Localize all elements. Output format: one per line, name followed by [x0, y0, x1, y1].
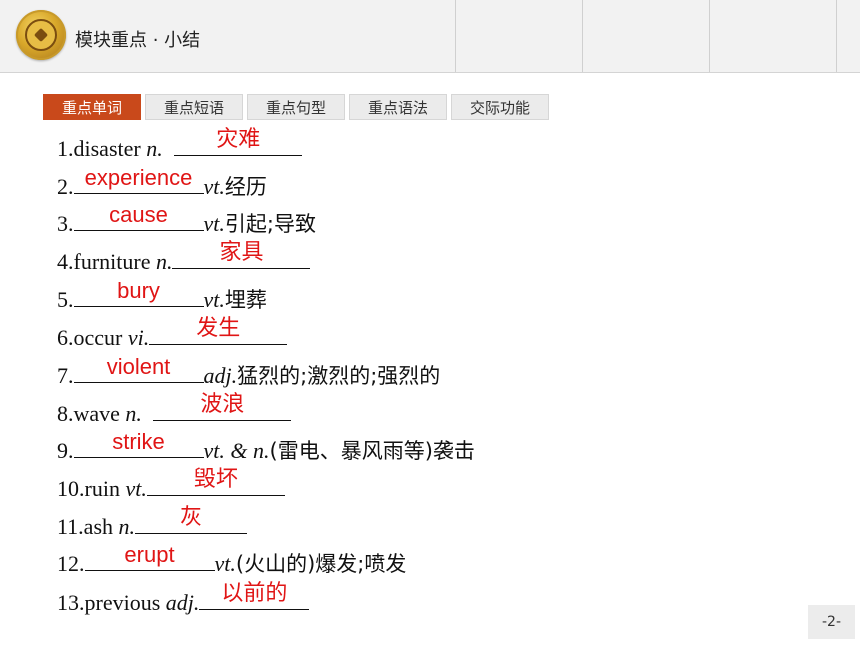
vocab-item: 6.occur vi. 发生: [57, 316, 288, 354]
answer-blank: violent: [73, 354, 204, 383]
header-bar: 模块重点 · 小结: [0, 0, 860, 73]
answer-text: 灾难: [216, 127, 261, 152]
answer-text: bury: [117, 278, 160, 303]
answer-blank: erupt: [84, 542, 215, 571]
vocab-item: 9. strike vt. & n.(雷电、暴风雨等)袭击: [57, 429, 475, 464]
answer-text: 灰: [180, 505, 203, 530]
answer-text: violent: [106, 354, 171, 379]
vocab-item: 10.ruin vt. 毁坏: [57, 467, 285, 505]
answer-text: 以前的: [221, 581, 288, 606]
vocab-item: 4.furniture n. 家具: [57, 240, 311, 278]
answer-blank: 灾难: [174, 127, 303, 156]
answer-text: cause: [109, 202, 168, 227]
answer-blank: 以前的: [199, 581, 310, 610]
tab-communication[interactable]: 交际功能: [451, 94, 549, 120]
answer-text: experience: [84, 165, 193, 190]
vocab-item: 11.ash n. 灰: [57, 505, 248, 543]
header-divider: [709, 0, 710, 72]
tab-key-sentences[interactable]: 重点句型: [247, 94, 345, 120]
answer-text: 毁坏: [193, 467, 238, 492]
header-divider: [582, 0, 583, 72]
vocab-item: 8.wave n. 波浪: [57, 392, 292, 430]
tab-key-grammar[interactable]: 重点语法: [349, 94, 447, 120]
answer-blank: 家具: [172, 240, 311, 269]
answer-blank: experience: [73, 165, 204, 194]
answer-blank: 灰: [135, 505, 248, 534]
header-divider: [455, 0, 456, 72]
vocab-item: 1.disaster n. 灾难: [57, 127, 303, 165]
vocab-item: 12. erupt vt.(火山的)爆发;喷发: [57, 542, 407, 577]
vocab-item: 13.previous adj. 以前的: [57, 581, 310, 619]
answer-blank: 发生: [149, 316, 288, 345]
answer-text: 家具: [219, 240, 264, 265]
vocab-item: 3. cause vt.引起;导致: [57, 202, 316, 237]
vocab-item: 2. experience vt.经历: [57, 165, 267, 200]
answer-blank: 毁坏: [146, 467, 285, 496]
answer-text: strike: [112, 429, 165, 454]
answer-text: erupt: [124, 542, 175, 567]
answer-text: 波浪: [200, 392, 245, 417]
answer-blank: bury: [73, 278, 204, 307]
tab-key-words[interactable]: 重点单词: [43, 94, 141, 120]
page-title: 模块重点 · 小结: [75, 30, 201, 51]
tab-key-phrases[interactable]: 重点短语: [145, 94, 243, 120]
answer-blank: 波浪: [153, 392, 292, 421]
answer-text: 发生: [196, 316, 241, 341]
answer-blank: cause: [73, 202, 204, 231]
answer-blank: strike: [73, 429, 204, 458]
vocab-item: 7. violent adj.猛烈的;激烈的;强烈的: [57, 354, 441, 389]
school-logo-icon: [16, 10, 66, 60]
vocab-item: 5. bury vt.埋葬: [57, 278, 267, 313]
page-number: -2-: [808, 605, 855, 639]
header-divider: [836, 0, 837, 72]
